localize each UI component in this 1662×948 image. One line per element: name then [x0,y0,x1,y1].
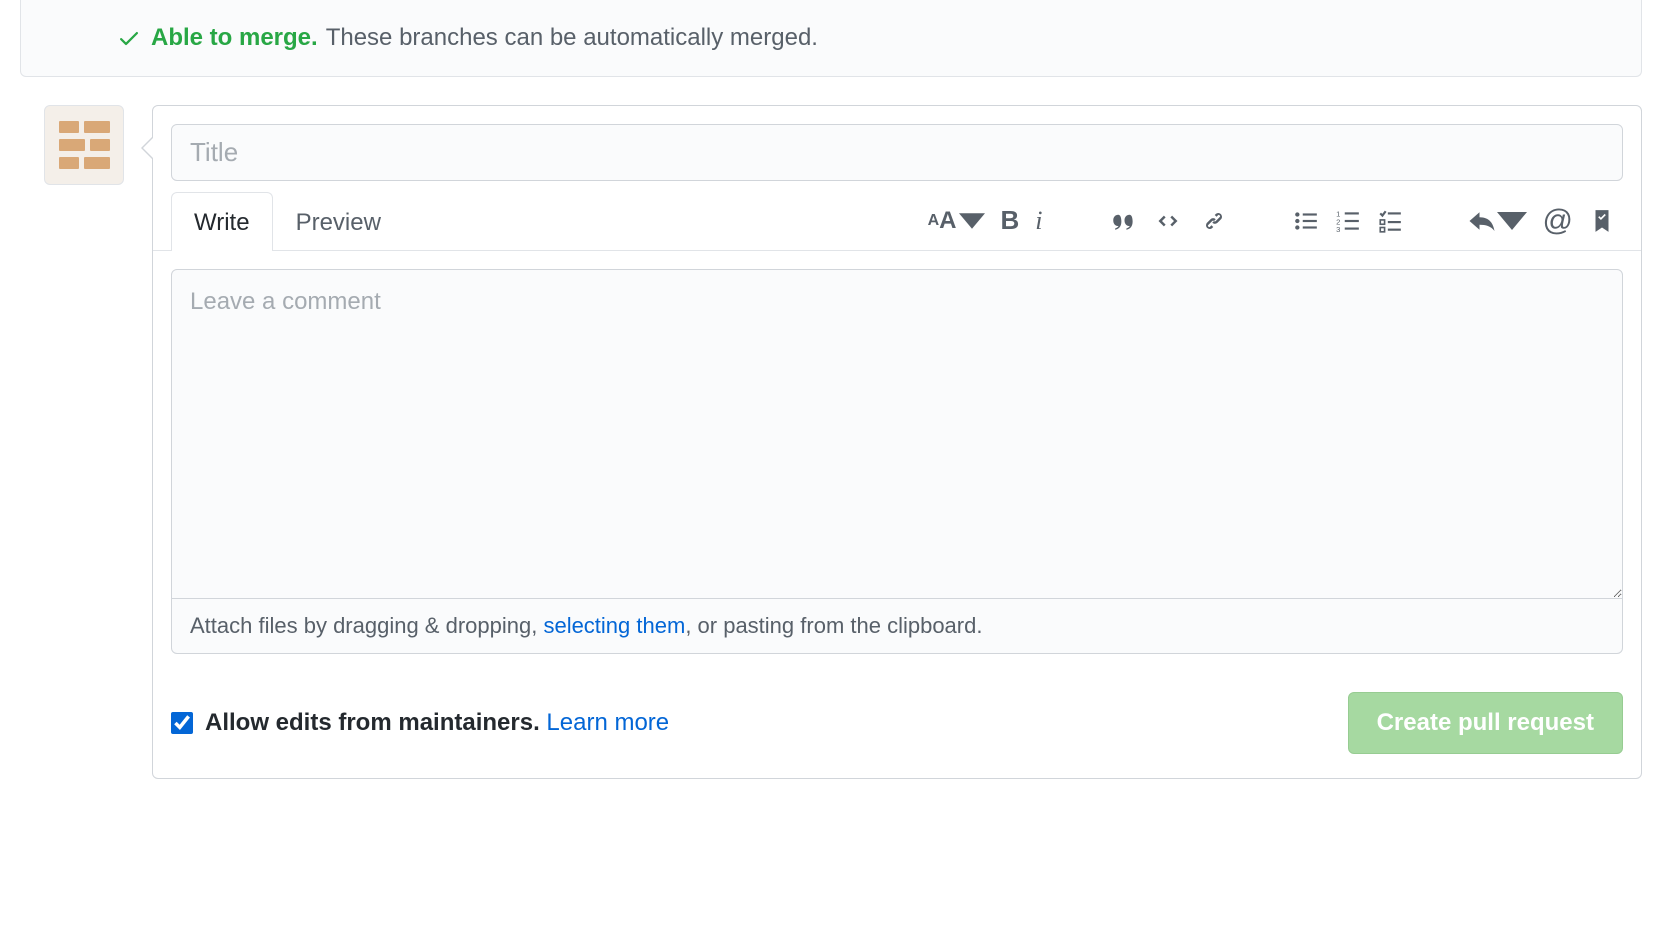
quote-icon[interactable] [1107,206,1137,236]
allow-edits-row: Allow edits from maintainers. Learn more [171,709,669,737]
compose-box: Write Preview AA B i [152,105,1642,779]
numbered-list-icon[interactable]: 123 [1335,208,1361,234]
markdown-toolbar: AA B i [928,204,1623,238]
saved-replies-icon[interactable] [1589,208,1615,234]
link-icon[interactable] [1199,206,1229,236]
allow-edits-label: Allow edits from maintainers. [205,709,540,736]
title-input[interactable] [171,124,1623,181]
tab-write[interactable]: Write [171,192,273,251]
task-list-icon[interactable] [1377,208,1403,234]
tab-preview[interactable]: Preview [273,192,404,251]
allow-edits-checkbox[interactable] [171,712,193,734]
merge-description: These branches can be automatically merg… [326,24,818,52]
reply-icon[interactable] [1467,206,1527,236]
code-icon[interactable] [1153,206,1183,236]
bulleted-list-icon[interactable] [1293,208,1319,234]
create-pull-request-button[interactable]: Create pull request [1348,692,1623,754]
attach-select-link[interactable]: selecting them [543,613,685,638]
check-icon [117,26,141,50]
merge-status-bar: Able to merge. These branches can be aut… [20,0,1642,77]
bold-icon[interactable]: B [1001,205,1020,236]
attach-hint: Attach files by dragging & dropping, sel… [171,598,1623,654]
editor-tabs: Write Preview AA B i [153,191,1641,251]
comment-textarea[interactable] [171,269,1623,599]
attach-prefix: Attach files by dragging & dropping, [190,613,543,638]
text-size-icon[interactable]: AA [928,207,985,235]
learn-more-link[interactable]: Learn more [546,709,669,736]
svg-text:3: 3 [1336,224,1340,233]
mention-icon[interactable]: @ [1543,204,1573,238]
avatar [44,105,124,185]
merge-status-text: Able to merge. [151,24,318,52]
attach-suffix: , or pasting from the clipboard. [685,613,982,638]
italic-icon[interactable]: i [1035,206,1042,236]
